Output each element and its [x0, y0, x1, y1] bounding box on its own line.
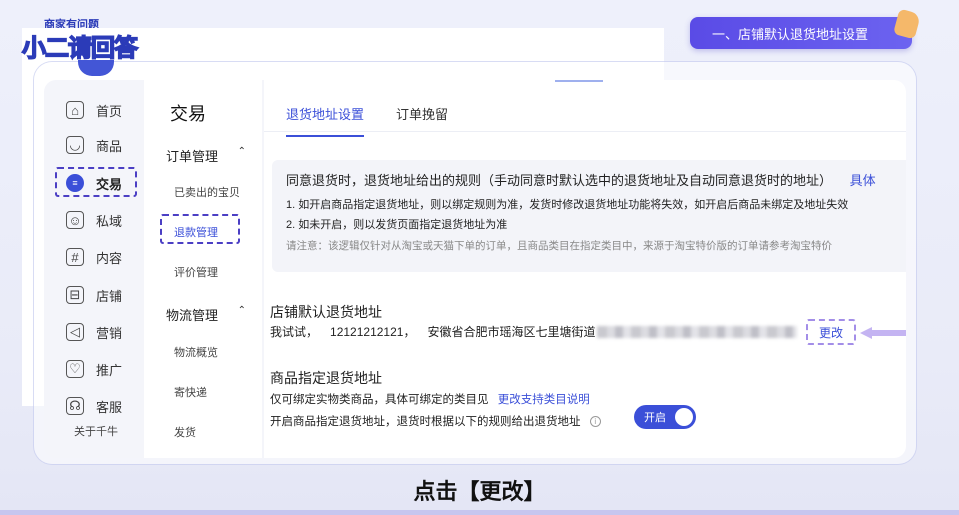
sidebar-item-label: 推广	[96, 362, 123, 378]
sidebar-item-label: 内容	[96, 250, 123, 266]
contact-name: 我试试	[270, 325, 307, 339]
sidebar-item-label: 首页	[96, 103, 123, 119]
chevron-up-icon: ⌃	[237, 146, 246, 157]
tab-order-retention[interactable]: 订单挽留	[396, 104, 448, 137]
subnav-item-logistics-overview[interactable]: 物流概览	[174, 344, 218, 360]
hand-icon	[893, 8, 921, 40]
toggle-label: 开启	[644, 412, 666, 424]
subnav-group-logistics[interactable]: 物流管理 ⌃	[166, 305, 246, 324]
sidebar-item-label: 私域	[96, 213, 123, 229]
product-address-toggle[interactable]: 开启	[634, 405, 696, 429]
sidebar-item[interactable]: ⊟ 店铺	[66, 282, 146, 308]
sidebar-item-label: 店铺	[96, 288, 123, 304]
sub-sidebar: 交易 订单管理 ⌃ 已卖出的宝贝 退款管理 评价管理 物流管理 ⌃ 物流概览 寄…	[144, 80, 262, 458]
subnav-group-label: 订单管理	[166, 149, 219, 164]
sidebar-item[interactable]: ◡ 商品	[66, 132, 146, 158]
rules-heading: 同意退货时，退货地址给出的规则（手动同意时默认选中的退货地址及自动同意退货时的地…	[286, 173, 833, 188]
blurred-address	[597, 325, 798, 338]
subnav-item-sold[interactable]: 已卖出的宝贝	[174, 184, 240, 200]
video-caption: 点击【更改】	[413, 480, 546, 505]
tab-divider	[264, 131, 906, 132]
change-address-button[interactable]: 更改	[806, 319, 856, 345]
app-window: 关于千牛 交易 订单管理 ⌃ 已卖出的宝贝 退款管理 评价管理 物流管理 ⌃ 物…	[44, 80, 906, 458]
rules-line-1: 1. 如开启商品指定退货地址，则以绑定规则为准，发货时修改退货地址功能将失效，如…	[286, 199, 849, 211]
brand-logo: 商家有问题 小二请回答	[18, 16, 664, 406]
bottom-progress-bar	[0, 510, 959, 515]
tab-return-address[interactable]: 退货地址设置	[286, 104, 365, 137]
sidebar-item[interactable]: ☊ 客服	[66, 393, 146, 419]
info-icon[interactable]: i	[589, 416, 601, 428]
address-text: 安徽省合肥市瑶海区七里塘街道	[427, 325, 596, 339]
highlight-refund-item	[160, 214, 240, 244]
subnav-group-orders[interactable]: 订单管理 ⌃	[166, 146, 246, 165]
toggle-desc-text: 开启商品指定退货地址，退货时根据以下的规则给出退货地址	[270, 416, 581, 428]
highlight-trade-nav	[55, 167, 137, 197]
content-icon: #	[66, 248, 84, 266]
sidebar-item[interactable]: ♡ 推广	[66, 356, 146, 382]
rules-line-2: 2. 如未开启，则以发货页面指定退货地址为准	[286, 219, 508, 231]
rules-detail-link[interactable]: 具体	[850, 173, 876, 188]
step-banner-text: 一、店铺默认退货地址设置	[712, 26, 869, 42]
product-address-title: 商品指定退货地址	[270, 370, 382, 386]
marketing-icon: ◁	[66, 323, 84, 341]
frame-top-line	[555, 80, 603, 82]
product-address-desc: 仅可绑定实物类商品，具体可绑定的类目见 更改支持类目说明	[270, 391, 590, 407]
chevron-up-icon: ⌃	[237, 305, 246, 316]
rules-note: 请注意：该逻辑仅针对从淘宝或天猫下单的订单，且商品类目在指定类目中，来源于淘宝特…	[286, 240, 832, 252]
subnav-item-reviews[interactable]: 评价管理	[174, 264, 218, 280]
private-domain-icon: ☺	[66, 211, 84, 229]
step-banner: 一、店铺默认退货地址设置	[690, 8, 921, 49]
pointer-arrow-icon	[860, 327, 906, 339]
sidebar-item[interactable]: ⌂ 首页	[66, 97, 146, 123]
default-address-row: 我试试 ， 12121212121 ， 安徽省合肥市瑶海区七里塘街道	[270, 323, 798, 340]
sidebar-item[interactable]: ☺ 私域	[66, 207, 146, 233]
category-help-link[interactable]: 更改支持类目说明	[498, 394, 590, 406]
sidebar-item[interactable]: # 内容	[66, 244, 146, 270]
sidebar-item-label: 营销	[96, 325, 123, 341]
contact-phone: 12121212121	[330, 324, 404, 339]
sidebar-item-label: 商品	[96, 138, 123, 154]
subnav-title: 交易	[170, 104, 206, 124]
home-icon: ⌂	[66, 101, 84, 119]
about-qianniu[interactable]: 关于千牛	[74, 423, 118, 439]
toggle-desc: 开启商品指定退货地址，退货时根据以下的规则给出退货地址 i	[270, 413, 601, 429]
promotion-icon: ♡	[66, 360, 84, 378]
goods-icon: ◡	[66, 136, 84, 154]
main-content: 退货地址设置 订单挽留 同意退货时，退货地址给出的规则（手动同意时默认选中的退货…	[264, 80, 906, 458]
product-address-desc-text: 仅可绑定实物类商品，具体可绑定的类目见	[270, 394, 489, 406]
toggle-knob	[675, 408, 693, 426]
sidebar-item-label: 客服	[96, 399, 123, 415]
default-address-title: 店铺默认退货地址	[270, 304, 382, 320]
rules-panel: 同意退货时，退货地址给出的规则（手动同意时默认选中的退货地址及自动同意退货时的地…	[272, 160, 906, 272]
subnav-group-label: 物流管理	[166, 308, 219, 323]
service-icon: ☊	[66, 397, 84, 415]
subnav-item-ship[interactable]: 发货	[174, 424, 196, 440]
subnav-item-send-express[interactable]: 寄快递	[174, 384, 207, 400]
sidebar-item[interactable]: ◁ 营销	[66, 319, 146, 345]
shop-icon: ⊟	[66, 286, 84, 304]
tab-bar: 退货地址设置 订单挽留	[286, 104, 448, 137]
